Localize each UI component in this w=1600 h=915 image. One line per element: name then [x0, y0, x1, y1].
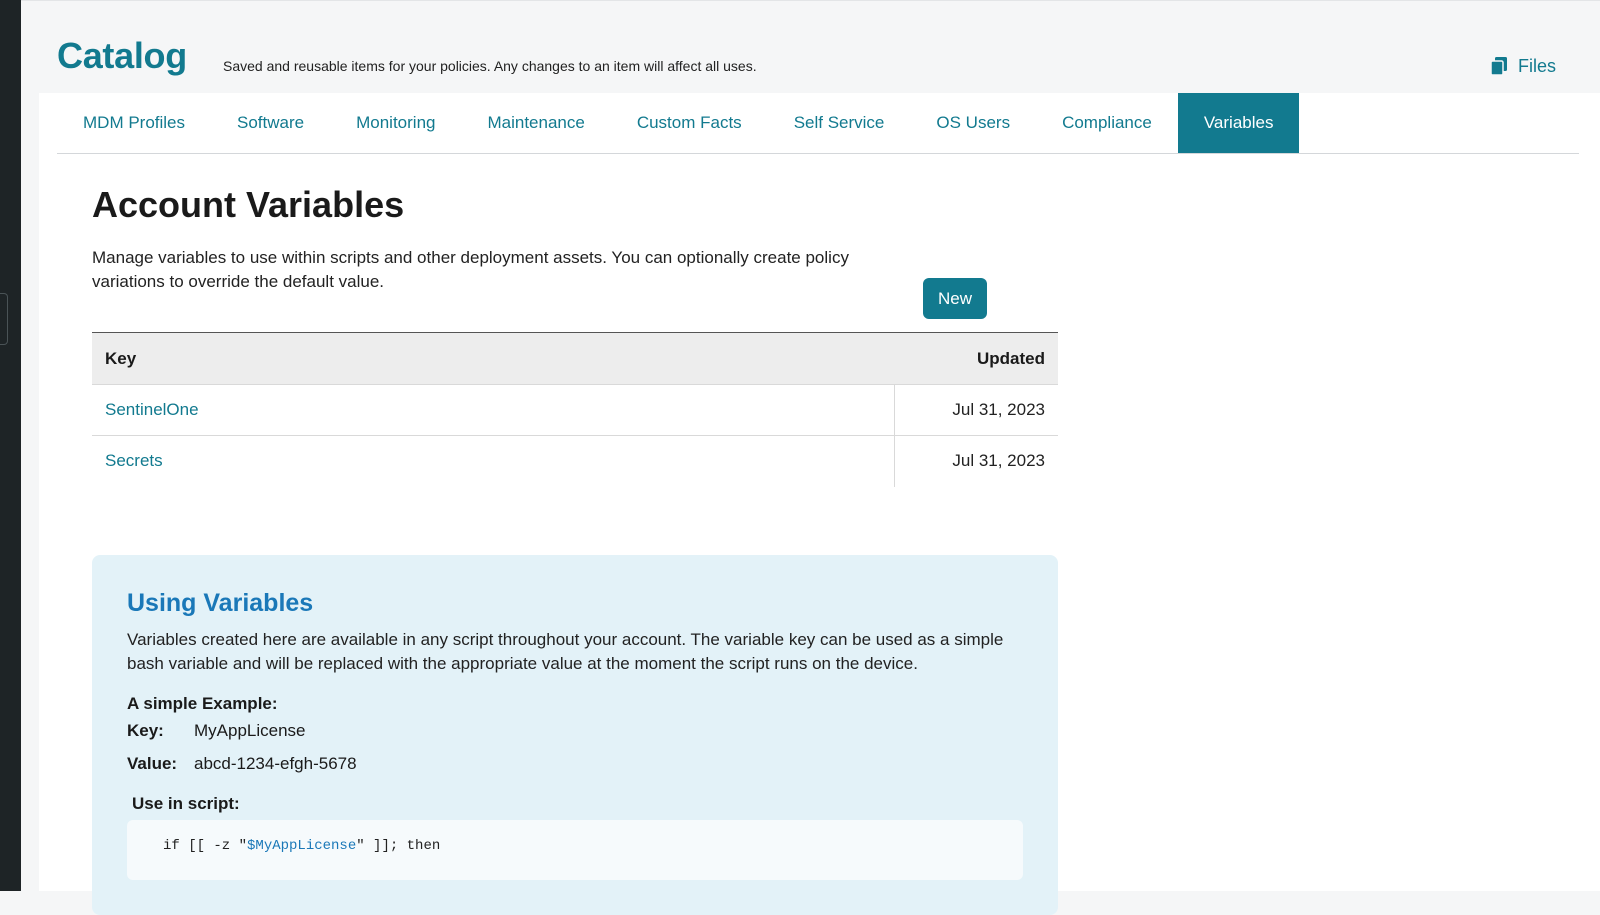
variable-key-link[interactable]: Secrets	[92, 436, 894, 487]
tab-self-service[interactable]: Self Service	[768, 93, 911, 153]
files-icon	[1490, 57, 1507, 76]
example-value-label: Value:	[127, 753, 178, 773]
left-rail	[0, 0, 21, 891]
code-variable: $MyAppLicense	[247, 838, 357, 854]
column-header-key[interactable]: Key	[92, 333, 894, 385]
main-panel: MDM Profiles Software Monitoring Mainten…	[39, 93, 1600, 915]
variables-table: Key Updated SentinelOne Jul 31, 2023 Sec…	[92, 332, 1058, 487]
variable-key-link[interactable]: SentinelOne	[92, 385, 894, 436]
files-link[interactable]: Files	[1488, 55, 1556, 77]
table-row: Secrets Jul 31, 2023	[92, 435, 1058, 487]
tab-mdm-profiles[interactable]: MDM Profiles	[57, 93, 211, 153]
files-label: Files	[1517, 55, 1556, 76]
info-title: Using Variables	[127, 589, 314, 617]
tab-maintenance[interactable]: Maintenance	[461, 93, 610, 153]
rail-handle[interactable]	[0, 293, 8, 345]
catalog-tabs: MDM Profiles Software Monitoring Mainten…	[57, 93, 1579, 154]
tab-software[interactable]: Software	[211, 93, 330, 153]
table-header-row: Key Updated	[92, 332, 1058, 385]
tab-compliance[interactable]: Compliance	[1036, 93, 1178, 153]
new-variable-button[interactable]: New	[923, 278, 987, 319]
table-row: SentinelOne Jul 31, 2023	[92, 384, 1058, 436]
example-label: A simple Example:	[127, 694, 278, 713]
variable-updated-date: Jul 31, 2023	[893, 435, 1058, 487]
tab-monitoring[interactable]: Monitoring	[330, 93, 461, 153]
using-variables-panel: Using Variables Variables created here a…	[92, 555, 1058, 915]
example-key-label: Key:	[127, 720, 164, 740]
column-header-updated[interactable]: Updated	[894, 333, 1058, 385]
info-text: Variables created here are available in …	[127, 630, 1004, 673]
example-value-row: Value: abcd-1234-efgh-5678	[127, 747, 1023, 780]
tab-custom-facts[interactable]: Custom Facts	[611, 93, 768, 153]
code-block: if [[ -z "$MyAppLicense" ]]; then	[127, 820, 1023, 880]
tab-variables[interactable]: Variables	[1177, 93, 1300, 153]
example-key-value: MyAppLicense	[194, 720, 306, 740]
example-value-value: abcd-1234-efgh-5678	[194, 753, 357, 773]
code-suffix: " ]]; then	[356, 838, 441, 854]
use-in-script-label: Use in script:	[132, 794, 240, 813]
page-header-subtitle: Saved and reusable items for your polici…	[223, 58, 757, 74]
page-header-title: Catalog	[57, 35, 187, 76]
page-description: Manage variables to use within scripts a…	[92, 248, 849, 291]
example-key-row: Key: MyAppLicense	[127, 714, 1023, 747]
page-title: Account Variables	[92, 184, 405, 225]
tab-os-users[interactable]: OS Users	[910, 93, 1036, 153]
variable-updated-date: Jul 31, 2023	[893, 384, 1058, 436]
code-prefix: if [[ -z "	[163, 838, 248, 854]
header: Catalog Saved and reusable items for you…	[21, 0, 1600, 93]
